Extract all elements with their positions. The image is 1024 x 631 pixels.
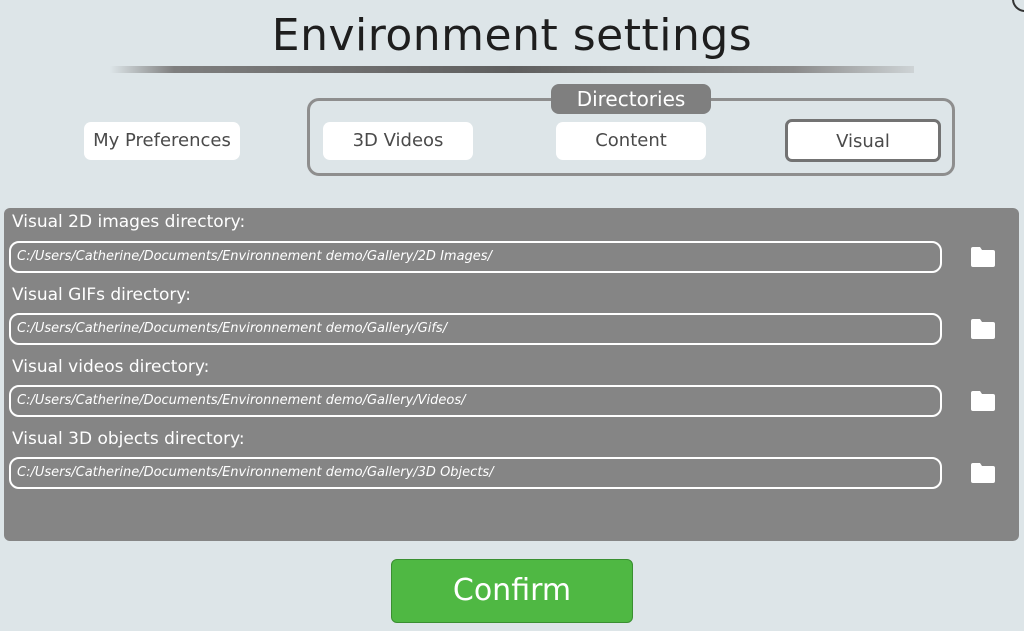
gifs-path-input[interactable]: C:/Users/Catherine/Documents/Environneme… bbox=[9, 313, 942, 345]
field-label-gifs: Visual GIFs directory: bbox=[12, 285, 191, 305]
folder-icon[interactable] bbox=[970, 390, 996, 412]
folder-icon[interactable] bbox=[970, 318, 996, 340]
tab-3d-videos[interactable]: 3D Videos bbox=[323, 122, 473, 160]
title-underline bbox=[110, 66, 914, 73]
field-label-3d-objects: Visual 3D objects directory: bbox=[12, 429, 245, 449]
folder-icon[interactable] bbox=[970, 462, 996, 484]
page-title: Environment settings bbox=[271, 10, 753, 61]
videos-path-input[interactable]: C:/Users/Catherine/Documents/Environneme… bbox=[9, 385, 942, 417]
settings-screen: Environment settings My Preferences Dire… bbox=[0, 0, 1024, 631]
directories-group-label: Directories bbox=[551, 84, 711, 114]
tab-visual[interactable]: Visual bbox=[785, 119, 941, 162]
directories-panel: Visual 2D images directory: C:/Users/Cat… bbox=[4, 208, 1019, 541]
field-label-videos: Visual videos directory: bbox=[12, 357, 210, 377]
tab-my-preferences[interactable]: My Preferences bbox=[84, 122, 240, 160]
3d-objects-path-input[interactable]: C:/Users/Catherine/Documents/Environneme… bbox=[9, 457, 942, 489]
tab-content[interactable]: Content bbox=[556, 122, 706, 160]
2d-images-path-input[interactable]: C:/Users/Catherine/Documents/Environneme… bbox=[9, 241, 942, 273]
confirm-button[interactable]: Confirm bbox=[391, 559, 633, 623]
folder-icon[interactable] bbox=[970, 246, 996, 268]
field-label-2d-images: Visual 2D images directory: bbox=[12, 212, 246, 232]
